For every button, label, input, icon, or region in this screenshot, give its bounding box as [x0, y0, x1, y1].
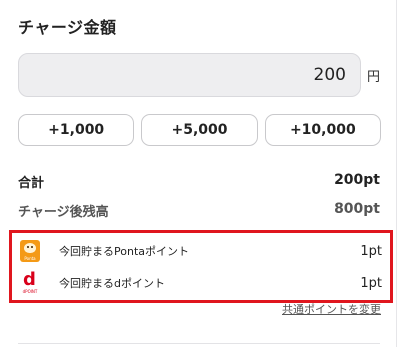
d-point-icon: d dPOINT — [20, 269, 40, 294]
ponta-points-row: Ponta 今回貯まるPontaポイント 1pt — [20, 238, 382, 264]
ponta-points-label: 今回貯まるPontaポイント — [59, 245, 189, 258]
balance-after-value: 800pt — [334, 201, 380, 217]
add-5000-button[interactable]: +5,000 — [141, 114, 258, 146]
add-1000-button[interactable]: +1,000 — [18, 114, 135, 146]
ponta-points-value: 1pt — [360, 243, 382, 259]
total-row: 合計 200pt — [18, 172, 380, 191]
earned-points-box: Ponta 今回貯まるPontaポイント 1pt d dPOINT 今回貯まるd… — [9, 230, 393, 303]
ponta-icon-text: Ponta — [24, 256, 36, 261]
d-point-icon-text: dPOINT — [22, 289, 38, 294]
quick-add-buttons: +1,000 +5,000 +10,000 — [18, 114, 381, 146]
d-points-label: 今回貯まるdポイント — [59, 277, 165, 290]
charge-amount-input[interactable]: 200 — [18, 53, 361, 97]
total-label: 合計 — [18, 176, 45, 191]
balance-after-row: チャージ後残高 800pt — [18, 201, 380, 220]
balance-after-label: チャージ後残高 — [18, 205, 109, 220]
charge-amount-heading: チャージ金額 — [18, 18, 117, 37]
amount-value: 200 — [313, 65, 346, 85]
total-value: 200pt — [334, 172, 380, 188]
d-points-row: d dPOINT 今回貯まるdポイント 1pt — [20, 269, 382, 296]
d-points-value: 1pt — [360, 275, 382, 291]
ponta-icon: Ponta — [20, 240, 40, 262]
divider — [18, 343, 380, 344]
amount-row: 200 円 — [18, 53, 383, 97]
change-points-link[interactable]: 共通ポイントを変更 — [282, 301, 381, 317]
amount-unit: 円 — [367, 70, 381, 85]
add-10000-button[interactable]: +10,000 — [264, 114, 381, 146]
